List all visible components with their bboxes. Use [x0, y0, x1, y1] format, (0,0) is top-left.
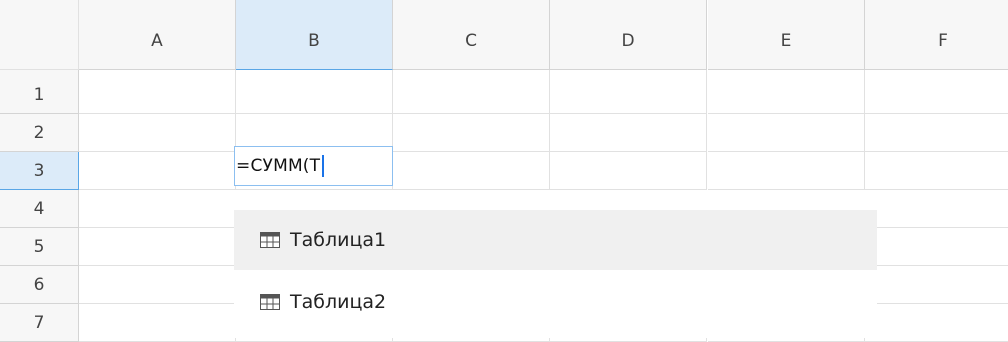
cell-a3[interactable]: [79, 152, 236, 190]
active-cell-editor[interactable]: =СУММ(Т: [234, 146, 393, 186]
text-caret: [322, 155, 325, 177]
column-header-a[interactable]: A: [79, 0, 236, 70]
cell-e3[interactable]: [708, 152, 865, 190]
row-header-7[interactable]: 7: [0, 304, 79, 342]
autocomplete-dropdown: Таблица1 Таблица2: [234, 190, 877, 338]
cell-d2[interactable]: [550, 114, 707, 152]
column-header-b[interactable]: B: [236, 0, 393, 70]
select-all-corner[interactable]: [0, 0, 79, 70]
cell-a4[interactable]: [79, 190, 236, 228]
cell-f2[interactable]: [865, 114, 1008, 152]
table-icon: [260, 232, 280, 248]
cell-f3[interactable]: [865, 152, 1008, 190]
column-header-c[interactable]: C: [393, 0, 550, 70]
cell-f7[interactable]: [865, 304, 1008, 342]
row-header-3[interactable]: 3: [0, 152, 79, 190]
cell-f1[interactable]: [865, 70, 1008, 114]
cell-c1[interactable]: [393, 70, 550, 114]
formula-text: =СУММ(Т: [236, 156, 321, 176]
suggestion-label: Таблица2: [290, 291, 387, 313]
cell-d1[interactable]: [550, 70, 707, 114]
cell-f5[interactable]: [865, 228, 1008, 266]
cell-f6[interactable]: [865, 266, 1008, 304]
column-header-f[interactable]: F: [865, 0, 1008, 70]
cell-e2[interactable]: [708, 114, 865, 152]
suggestion-tablica2[interactable]: Таблица2: [234, 272, 877, 332]
cell-a1[interactable]: [79, 70, 236, 114]
cell-a6[interactable]: [79, 266, 236, 304]
row-header-5[interactable]: 5: [0, 228, 79, 266]
cell-c2[interactable]: [393, 114, 550, 152]
cell-a2[interactable]: [79, 114, 236, 152]
cell-f4[interactable]: [865, 190, 1008, 228]
row-header-1[interactable]: 1: [0, 70, 79, 114]
column-header-e[interactable]: E: [708, 0, 865, 70]
cell-c3[interactable]: [393, 152, 550, 190]
table-icon: [260, 294, 280, 310]
row-header-6[interactable]: 6: [0, 266, 79, 304]
cell-a5[interactable]: [79, 228, 236, 266]
suggestion-tablica1[interactable]: Таблица1: [234, 210, 877, 270]
row-header-2[interactable]: 2: [0, 114, 79, 152]
cell-a7[interactable]: [79, 304, 236, 342]
suggestion-label: Таблица1: [290, 229, 387, 251]
cell-b1[interactable]: [236, 70, 393, 114]
row-header-4[interactable]: 4: [0, 190, 79, 228]
cell-d3[interactable]: [550, 152, 707, 190]
column-header-d[interactable]: D: [550, 0, 707, 70]
cell-e1[interactable]: [708, 70, 865, 114]
